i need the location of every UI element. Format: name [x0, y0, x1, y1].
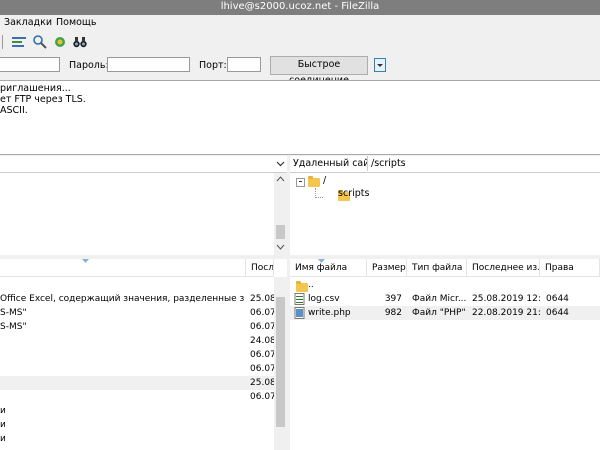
- sort-indicator-icon: [318, 259, 325, 263]
- scrollbar[interactable]: [274, 277, 287, 450]
- local-path-combo[interactable]: [0, 156, 287, 173]
- refresh-icon[interactable]: [52, 34, 68, 50]
- list-item[interactable]: 06.07.: [0, 390, 274, 404]
- list-item[interactable]: Office Excel, содержащий значения, разде…: [0, 292, 274, 306]
- php-file-icon: [294, 307, 305, 319]
- file-row-selected[interactable]: write.php 982 Файл "PHP" 22.08.2019 21:4…: [290, 306, 600, 320]
- scrollbar[interactable]: [274, 173, 287, 255]
- minus-sign: [299, 181, 302, 182]
- column-header[interactable]: [0, 259, 246, 277]
- list-item[interactable]: 24.08.: [0, 334, 274, 348]
- excel-file-icon: [294, 293, 305, 305]
- menu-help[interactable]: Помощь: [56, 17, 96, 28]
- remote-directory-tree[interactable]: / scripts: [290, 173, 600, 255]
- folder-icon: [296, 281, 308, 292]
- port-input[interactable]: [227, 57, 261, 72]
- scroll-up-icon[interactable]: [276, 176, 285, 182]
- file-row[interactable]: ..: [290, 278, 600, 292]
- queue-icon[interactable]: [11, 34, 27, 50]
- column-header-modified[interactable]: Последнее из...: [467, 259, 540, 277]
- scrollbar-thumb[interactable]: [276, 225, 285, 239]
- title-bar: lhive@s2000.ucoz.net - FileZilla: [0, 0, 600, 15]
- window-title: lhive@s2000.ucoz.net - FileZilla: [220, 1, 380, 12]
- file-row[interactable]: log.csv 397 Файл Micr... 25.08.2019 12:2…: [290, 292, 600, 306]
- quickconnect-dropdown[interactable]: [374, 58, 386, 72]
- message-log: риглашения... ет FTP через TLS. ASCII.: [0, 80, 600, 155]
- password-label: Пароль:: [69, 60, 109, 71]
- list-item[interactable]: 06.07.: [0, 362, 274, 376]
- menu-bar: Закладки Помощь: [0, 15, 600, 31]
- column-header-type[interactable]: Тип файла: [407, 259, 467, 277]
- list-item[interactable]: 06.07.: [0, 348, 274, 362]
- toolbar: [0, 31, 600, 53]
- scroll-down-icon[interactable]: [276, 244, 285, 250]
- tree-expander[interactable]: [296, 178, 305, 187]
- remote-file-list[interactable]: Имя файла Размер Тип файла Последнее из.…: [290, 259, 600, 450]
- local-file-list[interactable]: Посл Office Excel, содержащий значения, …: [0, 259, 287, 450]
- local-directory-tree[interactable]: [0, 173, 287, 255]
- chevron-down-icon: [377, 64, 383, 67]
- log-line: ет FTP через TLS.: [0, 94, 86, 105]
- sort-indicator-icon: [82, 259, 89, 263]
- log-line: риглашения...: [0, 83, 71, 94]
- quickconnect-bar: Пароль: Порт: Быстрое соединение: [0, 53, 600, 86]
- list-item-selected[interactable]: 25.08.: [0, 376, 274, 390]
- column-header-size[interactable]: Размер: [367, 259, 407, 277]
- log-line: ASCII.: [0, 105, 28, 116]
- menu-bookmarks[interactable]: Закладки: [4, 17, 52, 28]
- list-item[interactable]: и: [0, 404, 274, 418]
- remote-path-input[interactable]: /scripts: [367, 156, 600, 171]
- toolbar-separator: [2, 35, 3, 49]
- list-item[interactable]: S-MS" 06.07.: [0, 320, 274, 334]
- port-label: Порт:: [199, 60, 227, 71]
- column-header-modified[interactable]: Посл: [246, 259, 274, 277]
- filter-icon[interactable]: [32, 34, 48, 50]
- list-item[interactable]: и: [0, 418, 274, 432]
- list-item[interactable]: и: [0, 432, 274, 446]
- chevron-down-icon[interactable]: [276, 159, 285, 168]
- tree-item-scripts[interactable]: scripts: [338, 188, 369, 199]
- quickconnect-button[interactable]: Быстрое соединение: [270, 56, 368, 86]
- tree-item-root[interactable]: /: [323, 175, 326, 186]
- tree-line: [315, 197, 323, 199]
- remote-site-label: Удаленный сайт:: [293, 158, 379, 169]
- password-input[interactable]: [107, 57, 190, 72]
- host-input[interactable]: [0, 57, 60, 72]
- list-item[interactable]: S-MS" 06.07.: [0, 306, 274, 320]
- search-binoculars-icon[interactable]: [72, 34, 88, 50]
- folder-icon: [308, 176, 320, 187]
- scrollbar-thumb[interactable]: [276, 297, 285, 427]
- column-header-filename[interactable]: Имя файла: [290, 259, 367, 277]
- remote-path-bar: Удаленный сайт: /scripts: [290, 156, 600, 173]
- column-header-permissions[interactable]: Права: [540, 259, 600, 277]
